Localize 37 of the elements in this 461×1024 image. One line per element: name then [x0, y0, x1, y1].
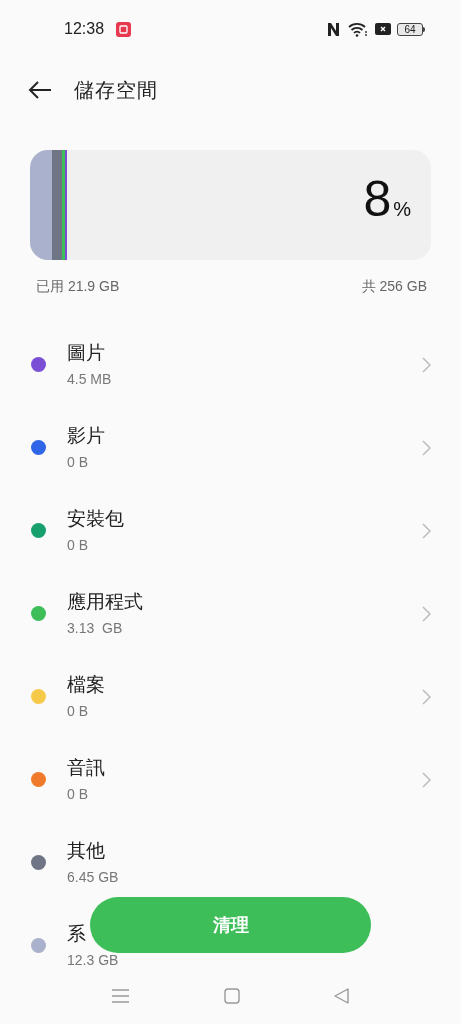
page-title: 儲存空間	[74, 78, 158, 103]
category-size: 6.45 GB	[67, 867, 119, 887]
notification-icon	[116, 21, 132, 37]
back-arrow-icon[interactable]	[28, 81, 52, 99]
percent-sign: %	[393, 197, 411, 222]
back-icon[interactable]	[334, 988, 349, 1004]
category-row[interactable]: 音訊 0 B	[0, 738, 461, 821]
category-name: 影片	[67, 423, 105, 448]
category-size: 0 B	[67, 701, 88, 721]
usage-percent: 8	[363, 174, 392, 224]
category-name: 圖片	[67, 340, 105, 365]
no-sim-icon	[375, 23, 391, 35]
category-size: 0 B	[67, 535, 88, 555]
category-name: 應用程式	[67, 589, 143, 614]
category-name: 音訊	[67, 755, 105, 780]
category-size: 0 B	[67, 784, 88, 804]
category-size: 3.13 GB	[67, 618, 123, 638]
battery-indicator: 64	[397, 22, 425, 36]
category-row[interactable]: 圖片 4.5 MB	[0, 323, 461, 406]
category-size: 12.3 GB	[67, 950, 119, 970]
used-storage: 已用 21.9 GB	[36, 277, 120, 296]
category-row[interactable]: 安裝包 0 B	[0, 489, 461, 572]
category-size: 0 B	[67, 452, 88, 472]
wifi-icon	[348, 21, 367, 37]
category-row[interactable]: 應用程式 3.13 GB	[0, 572, 461, 655]
category-name: 系	[67, 921, 86, 946]
home-icon[interactable]	[223, 988, 240, 1004]
menu-icon[interactable]	[112, 989, 129, 1003]
category-name: 檔案	[67, 672, 105, 697]
category-row[interactable]: 影片 0 B	[0, 406, 461, 489]
total-storage: 共 256 GB	[361, 277, 427, 296]
category-row[interactable]: 檔案 0 B	[0, 655, 461, 738]
status-time: 12:38	[64, 19, 105, 39]
category-name: 其他	[67, 838, 105, 863]
nfc-icon	[327, 21, 340, 37]
category-size: 4.5 MB	[67, 369, 112, 389]
category-name: 安裝包	[67, 506, 124, 531]
